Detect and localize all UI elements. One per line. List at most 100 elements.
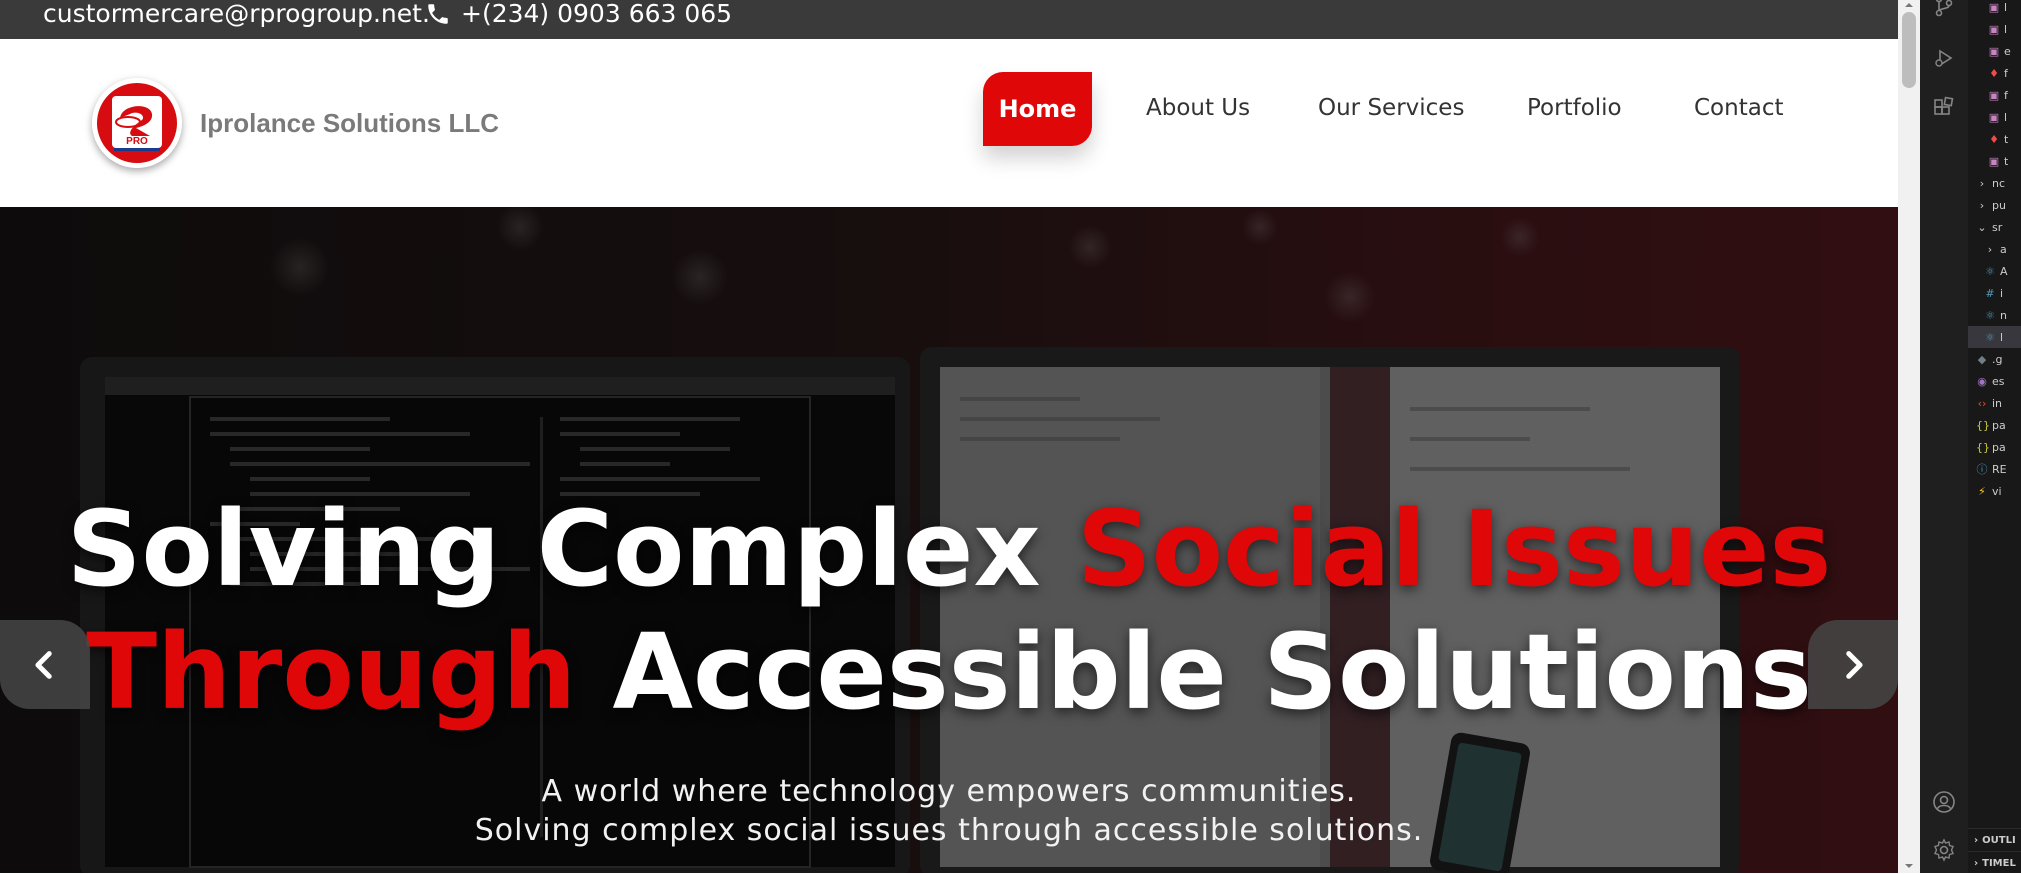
explorer-tree-item[interactable]: ♦ f [1968, 62, 2021, 84]
nav-home-link[interactable]: Home [983, 72, 1092, 146]
explorer-tree-item[interactable]: ♦ t [1968, 128, 2021, 150]
brand-name[interactable]: Iprolance Solutions LLC [200, 108, 499, 139]
explorer-tree-item[interactable]: ◆ .g [1968, 348, 2021, 370]
explorer-tree-item[interactable]: ▣ e [1968, 40, 2021, 62]
vite-file-icon: ⚡ [1978, 484, 1986, 498]
html-file-icon: ‹› [1977, 396, 1987, 410]
chevron-right-icon [1846, 650, 1863, 679]
explorer-tree-item[interactable]: › pu [1968, 194, 2021, 216]
scrollbar-thumb[interactable] [1902, 12, 1916, 88]
explorer-tree-item-label: t [2004, 154, 2009, 168]
pdf-file-icon: ♦ [1989, 132, 1999, 146]
info-file-icon: ⓘ [1976, 463, 1988, 476]
explorer-tree-item-label: e [2004, 44, 2011, 58]
phone-link[interactable]: +(234) 0903 663 065 [425, 0, 732, 28]
explorer-tree-item[interactable]: › nc [1968, 172, 2021, 194]
explorer-tree-item-label: pu [1992, 198, 2006, 212]
explorer-tree-item[interactable]: ⚛ A [1968, 260, 2021, 282]
json-file-icon: {} [1976, 440, 1990, 454]
side-panel-header[interactable]: › TIMEL [1968, 851, 2021, 874]
explorer-tree-item[interactable]: ◉ es [1968, 370, 2021, 392]
side-panel-header[interactable]: › OUTLI [1968, 828, 2021, 851]
explorer-tree-item[interactable]: ⚡ vi [1968, 480, 2021, 502]
logo-text: PRO [126, 136, 148, 147]
email-link[interactable]: custormercare@rprogroup.net. [43, 0, 430, 28]
explorer-tree-item[interactable]: ⓘ RE [1968, 458, 2021, 480]
account-icon[interactable] [1932, 790, 1956, 814]
explorer-tree-item[interactable]: ▣ l [1968, 18, 2021, 40]
page-scrollbar[interactable] [1898, 0, 1920, 873]
headline-red-1: Social Issues [1076, 488, 1832, 610]
activity-bar [1920, 0, 1968, 873]
scroll-down-icon[interactable] [1898, 861, 1920, 871]
settings-gear-icon[interactable] [1932, 838, 1956, 862]
explorer-tree-item-label: l [2004, 22, 2008, 36]
image-file-icon: ▣ [1988, 22, 2000, 36]
source-control-icon[interactable] [1932, 0, 1956, 18]
explorer-tree-item[interactable]: ‹› in [1968, 392, 2021, 414]
chevron-down-icon: ⌄ [1977, 220, 1987, 234]
explorer-tree-item[interactable]: # i [1968, 282, 2021, 304]
explorer-tree-item-label: f [2004, 66, 2008, 80]
react-file-icon: ⚛ [1985, 264, 1995, 278]
chevron-right-icon: › [1979, 176, 1985, 190]
explorer-tree-item[interactable]: {} pa [1968, 436, 2021, 458]
explorer-tree-item[interactable]: ▣ l [1968, 106, 2021, 128]
explorer-tree-item-label: a [2000, 242, 2007, 256]
hero-slider: Solving Complex Social Issues Through Ac… [0, 207, 1898, 873]
explorer-tree-item[interactable]: ⚛ n [1968, 304, 2021, 326]
explorer-tree-item-label: nc [1992, 176, 2006, 190]
side-panel-label: TIMEL [1982, 857, 2016, 869]
image-file-icon: ▣ [1988, 110, 2000, 124]
main-navbar: PRO Iprolance Solutions LLC Home About U… [0, 39, 1898, 207]
explorer-tree-item[interactable]: {} pa [1968, 414, 2021, 436]
gitignore-file-icon: ◆ [1977, 352, 1987, 366]
explorer-tree-item-label: f [2004, 88, 2008, 102]
explorer-tree-item[interactable]: ▣ t [1968, 150, 2021, 172]
hero-headline-line-1: Solving Complex Social Issues [0, 497, 1898, 601]
explorer-tree-item[interactable]: ⌄ sr [1968, 216, 2021, 238]
chevron-left-icon [35, 650, 52, 679]
slider-next-button[interactable] [1808, 620, 1898, 709]
scroll-up-icon[interactable] [1898, 0, 1920, 10]
chevron-right-icon: › [1974, 834, 1979, 846]
explorer-tree-item[interactable]: ▣ f [1968, 84, 2021, 106]
css-file-icon: # [1985, 286, 1995, 300]
json-file-icon: {} [1976, 418, 1990, 432]
phone-number: +(234) 0903 663 065 [461, 0, 733, 28]
code-editor-panel: ▣ l ▣ l ▣ e ♦ f ▣ f ▣ l ♦ t ▣ t › nc › pu ⌄ sr › a ⚛ A # i ⚛ n ⚛ l ◆ .g ◉ e… [1920, 0, 2021, 873]
company-logo[interactable]: PRO [92, 78, 182, 168]
side-panel-label: OUTLI [1982, 834, 2016, 846]
pdf-file-icon: ♦ [1989, 66, 1999, 80]
headline-white-1: Solving Complex [66, 488, 1041, 610]
nav-about-link[interactable]: About Us [1146, 95, 1250, 121]
extensions-icon[interactable] [1932, 96, 1956, 120]
explorer-tree-item-label: sr [1992, 220, 2003, 234]
explorer-tree-item-label: A [2000, 264, 2008, 278]
image-file-icon: ▣ [1988, 44, 2000, 58]
explorer-tree-item-label: n [2000, 308, 2007, 322]
explorer-tree-item-label: l [2000, 330, 2004, 344]
explorer-tree-item[interactable]: › a [1968, 238, 2021, 260]
nav-portfolio-link[interactable]: Portfolio [1527, 95, 1622, 121]
chevron-right-icon: › [1974, 857, 1979, 869]
eslint-file-icon: ◉ [1977, 374, 1987, 388]
explorer-tree-item-label: pa [1992, 418, 2006, 432]
image-file-icon: ▣ [1988, 88, 2000, 102]
explorer-tree-item-label: i [2000, 286, 2004, 300]
explorer-tree-item[interactable]: ▣ l [1968, 0, 2021, 18]
slider-prev-button[interactable] [0, 620, 90, 709]
explorer-tree-item-label: es [1992, 374, 2005, 388]
run-debug-icon[interactable] [1932, 46, 1956, 70]
headline-red-2: Through [86, 611, 577, 733]
react-file-icon: ⚛ [1985, 330, 1995, 344]
chevron-right-icon: › [1979, 198, 1985, 212]
explorer-tree-item-label: l [2004, 0, 2008, 14]
explorer-tree-item[interactable]: ⚛ l [1968, 326, 2021, 348]
explorer-tree-item-label: t [2004, 132, 2009, 146]
explorer-tree-item-label: in [1992, 396, 2003, 410]
explorer-tree-item-label: l [2004, 110, 2008, 124]
nav-contact-link[interactable]: Contact [1694, 95, 1783, 121]
browser-viewport: custormercare@rprogroup.net. +(234) 0903… [0, 0, 1898, 873]
nav-services-link[interactable]: Our Services [1318, 95, 1464, 121]
